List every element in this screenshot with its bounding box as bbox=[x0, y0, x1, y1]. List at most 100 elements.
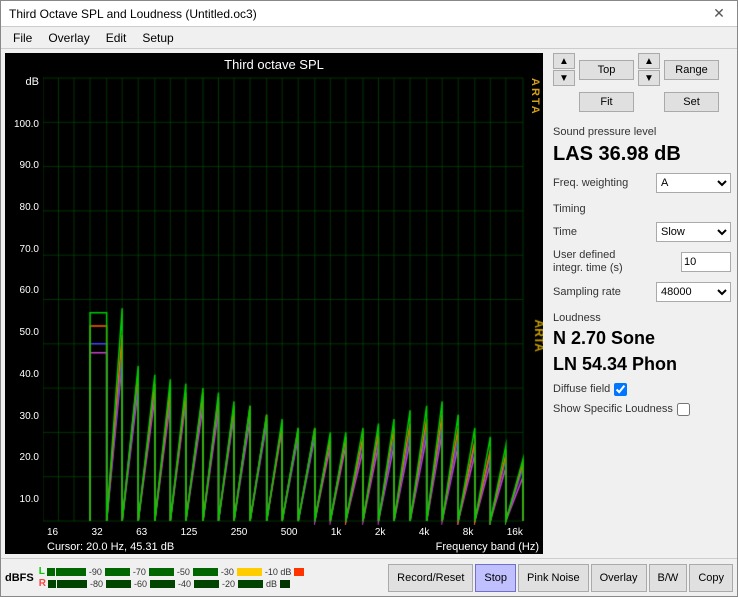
cursor-text: Cursor: 20.0 Hz, 45.31 dB bbox=[47, 541, 174, 553]
top-btn[interactable]: Top bbox=[579, 60, 634, 80]
top-up-btn[interactable]: ▲ bbox=[553, 53, 575, 69]
y-label-db: dB bbox=[9, 76, 39, 88]
x-500: 500 bbox=[281, 527, 298, 538]
chart-plot: ARTA bbox=[43, 74, 543, 525]
y-tick-100: 100.0 bbox=[9, 119, 39, 130]
range-up-btn[interactable]: ▲ bbox=[638, 53, 660, 69]
x-2k: 2k bbox=[375, 527, 386, 538]
y-axis: dB 100.0 90.0 80.0 70.0 60.0 50.0 40.0 3… bbox=[5, 74, 43, 525]
range-btn[interactable]: Range bbox=[664, 60, 719, 80]
chart-title: Third octave SPL bbox=[5, 53, 543, 74]
time-row: Time Slow Fast Impulse bbox=[553, 222, 731, 242]
freq-weighting-select[interactable]: A B C Z bbox=[656, 173, 731, 193]
y-tick-30: 30.0 bbox=[9, 411, 39, 422]
l-tick-70: -70 bbox=[133, 567, 146, 577]
pink-noise-btn[interactable]: Pink Noise bbox=[518, 564, 589, 592]
user-defined-input[interactable] bbox=[681, 252, 731, 272]
menu-overlay[interactable]: Overlay bbox=[40, 29, 97, 46]
loudness-ln-value: LN 54.34 Phon bbox=[553, 354, 731, 376]
nav-controls-2: Fit Set bbox=[553, 92, 731, 112]
top-nav-col: ▲ ▼ bbox=[553, 53, 575, 86]
r-tick-db: dB bbox=[266, 579, 277, 589]
y-tick-10: 10.0 bbox=[9, 494, 39, 505]
bottom-bar: dBFS L -90 -70 -50 -30 -10 dB bbox=[1, 558, 737, 596]
top-down-btn[interactable]: ▼ bbox=[553, 70, 575, 86]
overlay-btn[interactable]: Overlay bbox=[591, 564, 647, 592]
fit-btn[interactable]: Fit bbox=[579, 92, 634, 112]
x-125: 125 bbox=[181, 527, 198, 538]
loudness-section-label: Loudness bbox=[553, 312, 731, 324]
range-down-btn[interactable]: ▼ bbox=[638, 70, 660, 86]
x-8k: 8k bbox=[463, 527, 474, 538]
stop-btn[interactable]: Stop bbox=[475, 564, 516, 592]
menu-edit[interactable]: Edit bbox=[98, 29, 135, 46]
y-tick-90: 90.0 bbox=[9, 160, 39, 171]
show-specific-row: Show Specific Loudness bbox=[553, 403, 731, 416]
x-32: 32 bbox=[92, 527, 103, 538]
freq-weighting-label: Freq. weighting bbox=[553, 177, 628, 189]
chart-area: Third octave SPL dB 100.0 90.0 80.0 70.0… bbox=[5, 53, 543, 554]
l-tick-90: -90 bbox=[89, 567, 102, 577]
menu-file[interactable]: File bbox=[5, 29, 40, 46]
x-4k: 4k bbox=[419, 527, 430, 538]
spl-value: LAS 36.98 dB bbox=[553, 142, 731, 166]
chart-body: dB 100.0 90.0 80.0 70.0 60.0 50.0 40.0 3… bbox=[5, 74, 543, 525]
r-tick-60: -60 bbox=[134, 579, 147, 589]
spl-section-label: Sound pressure level bbox=[553, 126, 731, 138]
close-button[interactable]: ✕ bbox=[709, 4, 729, 24]
r-bar-container: -80 -60 -40 -20 dB bbox=[48, 579, 386, 589]
right-panel: ▲ ▼ Top ▲ ▼ Range Fit Set Sound pressure… bbox=[547, 49, 737, 558]
sampling-select[interactable]: 48000 44100 96000 bbox=[656, 282, 731, 302]
freq-band-label: Frequency band (Hz) bbox=[436, 541, 539, 553]
main-content: Third octave SPL dB 100.0 90.0 80.0 70.0… bbox=[1, 49, 737, 558]
freq-weighting-row: Freq. weighting A B C Z bbox=[553, 173, 731, 193]
x-250: 250 bbox=[231, 527, 248, 538]
nav-controls: ▲ ▼ Top ▲ ▼ Range bbox=[553, 53, 731, 86]
r-tick-80: -80 bbox=[90, 579, 103, 589]
y-tick-70: 70.0 bbox=[9, 244, 39, 255]
r-channel-label: R bbox=[39, 578, 46, 589]
record-reset-btn[interactable]: Record/Reset bbox=[388, 564, 473, 592]
y-tick-60: 60.0 bbox=[9, 285, 39, 296]
time-select[interactable]: Slow Fast Impulse bbox=[656, 222, 731, 242]
diffuse-field-checkbox[interactable] bbox=[614, 383, 627, 396]
time-label: Time bbox=[553, 226, 577, 238]
y-tick-50: 50.0 bbox=[9, 327, 39, 338]
user-defined-row: User defined integr. time (s) bbox=[553, 249, 731, 275]
x-1k: 1k bbox=[331, 527, 342, 538]
dbfs-label: dBFS bbox=[5, 572, 34, 584]
bw-btn[interactable]: B/W bbox=[649, 564, 688, 592]
l-channel-label: L bbox=[39, 566, 45, 577]
x-axis-area: 16 32 63 125 250 500 1k 2k 4k 8k 16k Cur… bbox=[5, 525, 543, 554]
l-tick-30: -30 bbox=[221, 567, 234, 577]
menu-bar: File Overlay Edit Setup bbox=[1, 27, 737, 49]
sampling-label: Sampling rate bbox=[553, 286, 621, 298]
level-row-r: R -80 -60 -40 -20 dB bbox=[39, 578, 386, 589]
l-bar-container: -90 -70 -50 -30 -10 dB bbox=[47, 567, 386, 577]
y-tick-20: 20.0 bbox=[9, 452, 39, 463]
range-nav-col: ▲ ▼ bbox=[638, 53, 660, 86]
r-tick-40: -40 bbox=[178, 579, 191, 589]
show-specific-checkbox[interactable] bbox=[677, 403, 690, 416]
copy-btn[interactable]: Copy bbox=[689, 564, 733, 592]
loudness-n-value: N 2.70 Sone bbox=[553, 328, 731, 350]
bottom-buttons: Record/Reset Stop Pink Noise Overlay B/W… bbox=[388, 564, 733, 592]
y-tick-80: 80.0 bbox=[9, 202, 39, 213]
x-16: 16 bbox=[47, 527, 58, 538]
set-btn[interactable]: Set bbox=[664, 92, 719, 112]
chart-arta-label: ARTA bbox=[529, 78, 541, 116]
diffuse-field-row: Diffuse field bbox=[553, 383, 731, 396]
cursor-info: Cursor: 20.0 Hz, 45.31 dB Frequency band… bbox=[43, 540, 543, 554]
level-indicator: L -90 -70 -50 -30 -10 dB R bbox=[39, 566, 386, 589]
main-window: Third Octave SPL and Loudness (Untitled.… bbox=[0, 0, 738, 597]
show-specific-label: Show Specific Loudness bbox=[553, 403, 673, 415]
sampling-row: Sampling rate 48000 44100 96000 bbox=[553, 282, 731, 302]
r-tick-20: -20 bbox=[222, 579, 235, 589]
chart-canvas bbox=[43, 74, 543, 525]
title-bar: Third Octave SPL and Loudness (Untitled.… bbox=[1, 1, 737, 27]
l-tick-50: -50 bbox=[177, 567, 190, 577]
level-row-l: L -90 -70 -50 -30 -10 dB bbox=[39, 566, 386, 577]
diffuse-field-label: Diffuse field bbox=[553, 383, 610, 395]
l-tick-10: -10 dB bbox=[265, 567, 292, 577]
menu-setup[interactable]: Setup bbox=[134, 29, 181, 46]
